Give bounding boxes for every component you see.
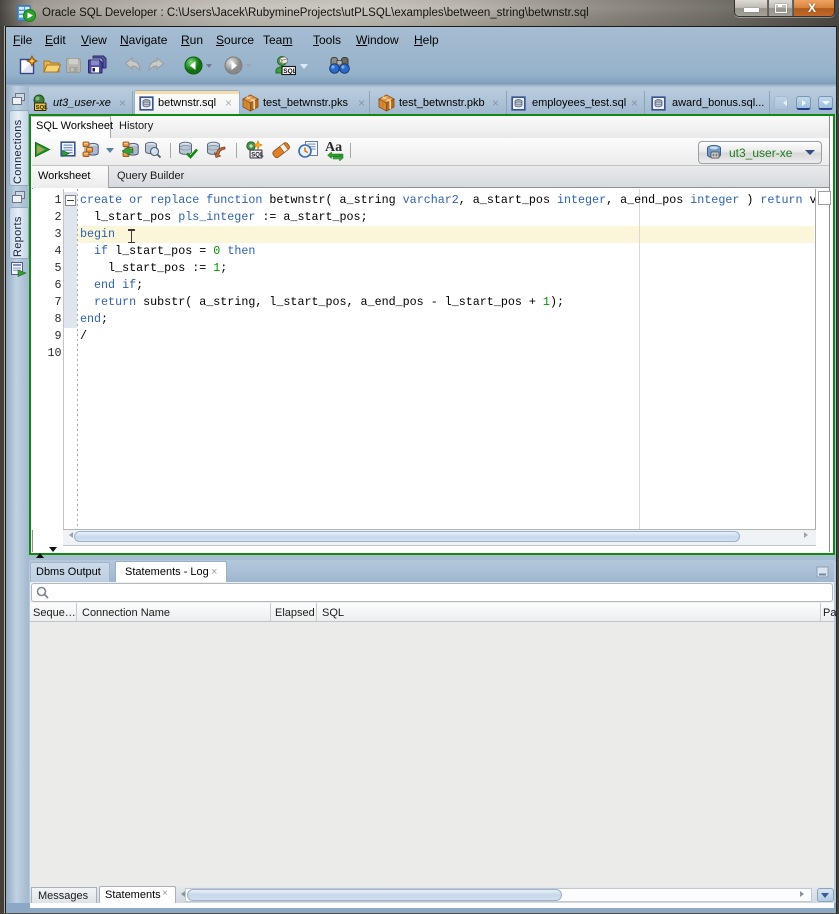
svg-text:SQL: SQL — [251, 152, 264, 158]
svg-text:SQL: SQL — [36, 105, 48, 111]
svg-text:SQL: SQL — [283, 68, 296, 75]
